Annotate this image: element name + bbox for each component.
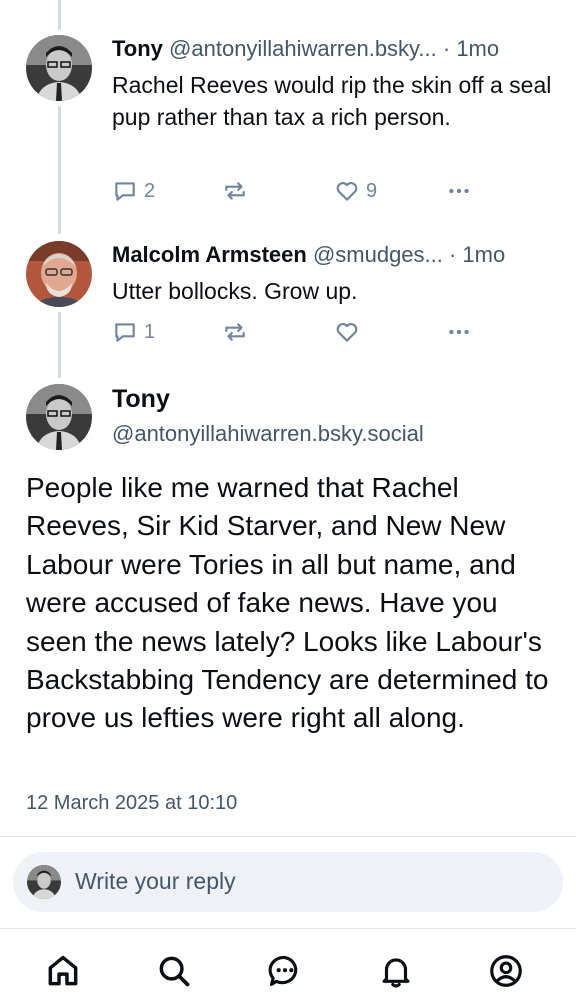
post-text: Utter bollocks. Grow up.: [112, 278, 358, 304]
repost-button[interactable]: [222, 177, 254, 205]
avatar-man-glasses-bw-icon: [26, 384, 92, 450]
post-time: · 1mo: [436, 36, 500, 61]
reply-placeholder: Write your reply: [75, 868, 236, 894]
author-handle[interactable]: @antonyillahiwarren.bsky.social: [112, 421, 424, 447]
thread-line-2: [58, 312, 61, 378]
post-text: People like me warned that Rachel Reeves…: [26, 472, 549, 734]
author-name[interactable]: Tony: [112, 385, 170, 414]
like-button[interactable]: [334, 318, 366, 346]
post-actions: 1: [112, 318, 482, 346]
bottom-nav: [0, 940, 576, 1000]
thread-line-top: [58, 0, 61, 30]
profile-icon: [490, 955, 522, 987]
author-handle[interactable]: @antonyillahiwarren.bsky...: [169, 36, 437, 61]
heart-icon: [336, 182, 358, 201]
nav-chat[interactable]: [266, 952, 304, 990]
home-icon: [48, 955, 78, 986]
repost-icon: [225, 323, 245, 341]
more-icon: [449, 188, 469, 194]
avatar[interactable]: [26, 384, 92, 450]
reply-count: 2: [144, 179, 156, 202]
author-name[interactable]: Tony: [112, 36, 163, 61]
post-text: Rachel Reeves would rip the skin off a s…: [112, 72, 552, 130]
more-icon: [449, 329, 469, 335]
author-name[interactable]: Malcolm Armsteen: [112, 242, 307, 267]
reply-icon: [115, 323, 135, 342]
repost-icon: [225, 182, 245, 200]
nav-notifications[interactable]: [377, 952, 415, 990]
repost-button[interactable]: [222, 318, 254, 346]
avatar-man-glasses-bw-icon: [26, 35, 92, 101]
avatar[interactable]: [26, 35, 92, 101]
avatar-man-glasses-color-icon: [26, 241, 92, 307]
divider: [0, 836, 576, 837]
reply-button[interactable]: 1: [112, 318, 155, 346]
post-time: · 1mo: [442, 242, 506, 267]
divider: [0, 928, 576, 929]
more-button[interactable]: [446, 318, 472, 346]
post-actions: 2 9: [112, 177, 482, 205]
like-button[interactable]: 9: [334, 177, 377, 205]
bell-icon: [382, 958, 410, 988]
author-handle[interactable]: @smudges...: [313, 242, 443, 267]
reply-input[interactable]: Write your reply: [13, 852, 563, 912]
nav-profile[interactable]: [487, 952, 525, 990]
nav-search[interactable]: [155, 952, 193, 990]
avatar-man-glasses-bw-icon: [27, 865, 61, 899]
avatar: [27, 865, 61, 899]
post-date: 12 March 2025 at 10:10: [26, 792, 238, 814]
heart-icon: [336, 323, 358, 342]
like-count: 9: [366, 179, 378, 202]
more-button[interactable]: [446, 177, 472, 205]
avatar[interactable]: [26, 241, 92, 307]
nav-home[interactable]: [44, 952, 82, 990]
search-icon: [159, 956, 190, 987]
reply-button[interactable]: 2: [112, 177, 155, 205]
reply-icon: [115, 182, 135, 201]
thread-line-1: [58, 106, 61, 234]
chat-icon: [268, 955, 298, 987]
reply-count: 1: [144, 320, 156, 343]
